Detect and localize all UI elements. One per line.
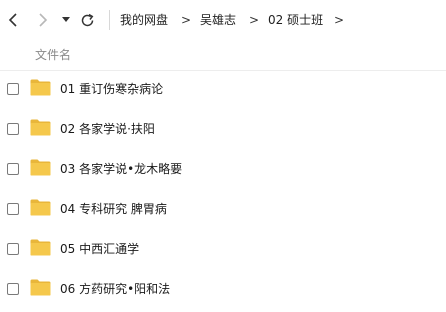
chevron-left-icon (8, 13, 17, 27)
file-name: 05 中西汇通学 (60, 242, 140, 256)
breadcrumb-item-root[interactable]: 我的网盘 (120, 12, 168, 28)
refresh-icon (81, 13, 93, 26)
folder-icon (30, 279, 51, 296)
breadcrumb-separator: > (334, 13, 345, 27)
history-dropdown-button[interactable] (60, 14, 72, 26)
file-row[interactable]: 01 重订伤寒杂病论 (0, 70, 446, 110)
folder-icon (30, 199, 51, 216)
column-header-name[interactable]: 文件名 (35, 47, 71, 63)
refresh-button[interactable] (79, 11, 95, 29)
file-name: 06 方药研究•阳和法 (60, 282, 171, 296)
folder-icon (30, 79, 51, 96)
navigation-toolbar: 我的网盘 > 吴雄志 > 02 硕士班 > (0, 0, 446, 40)
row-checkbox[interactable] (7, 123, 19, 135)
row-checkbox[interactable] (7, 83, 19, 95)
file-name: 02 各家学说·扶阳 (60, 122, 155, 136)
toolbar-divider (109, 10, 110, 30)
folder-icon (30, 159, 51, 176)
breadcrumb-separator: > (181, 13, 192, 27)
breadcrumb-separator: > (249, 13, 260, 27)
breadcrumb-item-folder[interactable]: 吴雄志 (200, 12, 236, 28)
back-button[interactable] (6, 12, 20, 28)
folder-icon (30, 119, 51, 136)
file-row[interactable]: 04 专科研究 脾胃病 (0, 190, 446, 230)
file-name: 03 各家学说•龙木略要 (60, 162, 183, 176)
file-name: 04 专科研究 脾胃病 (60, 202, 167, 216)
folder-icon (30, 239, 51, 256)
file-name: 01 重订伤寒杂病论 (60, 82, 164, 96)
breadcrumb-item-current[interactable]: 02 硕士班 (268, 12, 323, 28)
chevron-right-icon (39, 13, 48, 27)
forward-button[interactable] (36, 12, 50, 28)
row-checkbox[interactable] (7, 163, 19, 175)
row-checkbox[interactable] (7, 203, 19, 215)
file-row[interactable]: 02 各家学说·扶阳 (0, 110, 446, 150)
file-row[interactable]: 05 中西汇通学 (0, 230, 446, 270)
caret-down-icon (62, 17, 70, 22)
file-list-header: 文件名 (0, 40, 446, 71)
file-row[interactable]: 03 各家学说•龙木略要 (0, 150, 446, 190)
row-checkbox[interactable] (7, 243, 19, 255)
row-checkbox[interactable] (7, 283, 19, 295)
file-row[interactable]: 06 方药研究•阳和法 (0, 270, 446, 310)
